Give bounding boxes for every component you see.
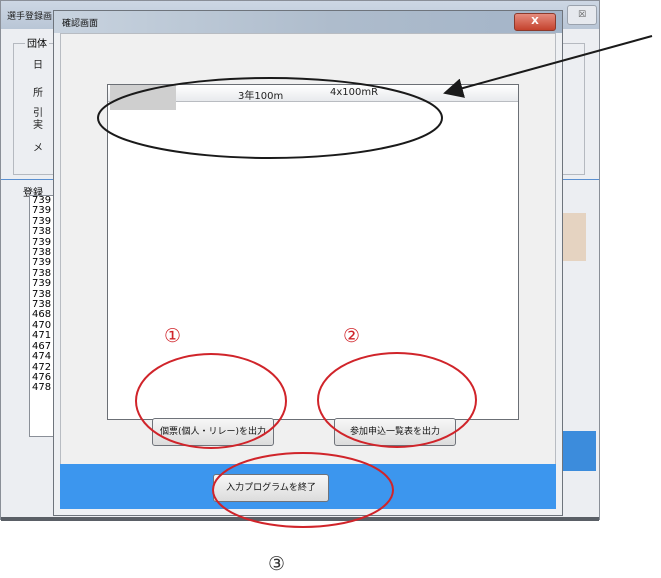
annotation-label-1: ① [164,325,182,347]
callout-ellipse-1 [135,353,287,449]
annotation-overlay [97,35,653,528]
header-callout-ellipse [97,77,443,159]
callout-arrow [443,35,653,98]
annotation-label-3: ③ [268,553,286,575]
callout-ellipse-2 [317,352,477,448]
annotation-label-2: ② [343,325,361,347]
callout-ellipse-3 [212,452,394,528]
